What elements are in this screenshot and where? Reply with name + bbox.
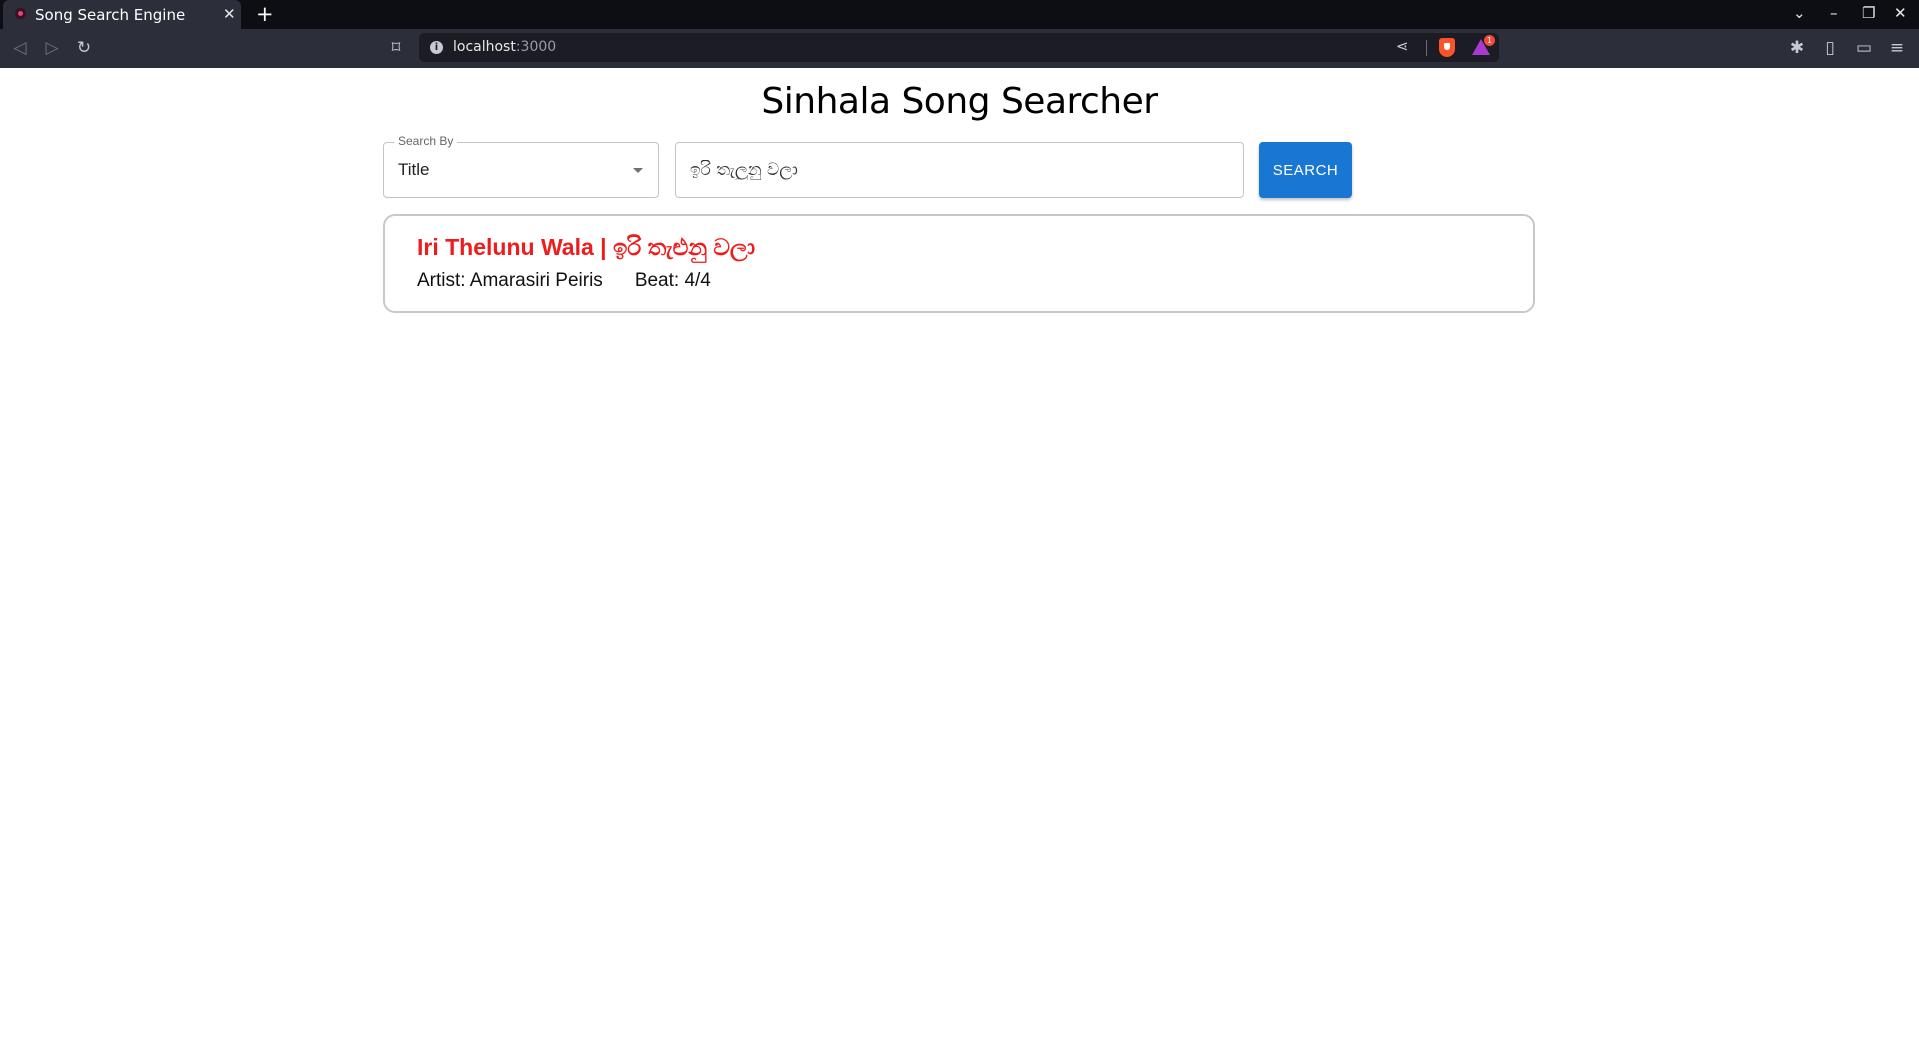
result-beat: Beat: 4/4 — [634, 270, 711, 291]
restore-icon[interactable]: ❐ — [1862, 4, 1875, 22]
url-port: :3000 — [515, 39, 557, 55]
info-icon[interactable]: i — [430, 41, 443, 54]
search-by-select[interactable]: Search By Title — [383, 134, 659, 198]
result-artist: Artist: Amarasiri Peiris — [417, 270, 603, 291]
favicon-icon — [15, 8, 26, 19]
divider — [1426, 40, 1427, 56]
browser-tab-active[interactable]: Song Search Engine ✕ — [3, 0, 241, 29]
chevron-down-icon[interactable]: ⌄ — [1793, 4, 1806, 22]
address-bar[interactable]: i localhost:3000 ⋖ 1 — [419, 33, 1499, 62]
result-meta: Artist: Amarasiri Peiris Beat: 4/4 — [417, 270, 711, 292]
sidebar-icon[interactable]: ▯ — [1819, 37, 1841, 59]
minimize-icon[interactable]: – — [1830, 4, 1838, 22]
search-by-value: Title — [398, 160, 430, 179]
forward-icon[interactable]: ▷ — [41, 37, 63, 59]
search-input[interactable] — [675, 142, 1244, 198]
browser-tab-strip: Song Search Engine ✕ + ⌄ – ❐ ✕ — [0, 0, 1919, 29]
search-button[interactable]: SEARCH — [1259, 142, 1352, 198]
bookmark-icon[interactable]: ⌑ — [385, 37, 407, 59]
menu-icon[interactable]: ≡ — [1886, 37, 1908, 59]
plus-icon[interactable]: + — [256, 2, 274, 26]
browser-toolbar: ◁ ▷ ↻ ⌑ i localhost:3000 ⋖ 1 ✱ ▯ ▭ ≡ — [0, 29, 1919, 68]
reload-icon[interactable]: ↻ — [73, 37, 95, 59]
search-by-label: Search By — [394, 134, 458, 148]
brave-shields-icon[interactable] — [1439, 38, 1455, 57]
wallet-icon[interactable]: ▭ — [1853, 37, 1875, 59]
tab-title: Song Search Engine — [35, 6, 186, 24]
dropdown-caret-icon — [633, 168, 643, 173]
page-title: Sinhala Song Searcher — [761, 81, 1158, 122]
share-icon[interactable]: ⋖ — [1396, 37, 1409, 55]
extensions-icon[interactable]: ✱ — [1786, 37, 1808, 59]
url-host: localhost — [453, 39, 516, 55]
close-icon[interactable]: ✕ — [223, 5, 236, 23]
url-text[interactable]: localhost:3000 — [453, 39, 556, 55]
window-close-icon[interactable]: ✕ — [1894, 4, 1907, 22]
rewards-badge: 1 — [1484, 35, 1495, 46]
result-title[interactable]: Iri Thelunu Wala | ඉරි තැළුනු වලා — [417, 234, 755, 261]
back-icon[interactable]: ◁ — [9, 37, 31, 59]
result-card[interactable]: Iri Thelunu Wala | ඉරි තැළුනු වලා Artist… — [383, 214, 1535, 313]
